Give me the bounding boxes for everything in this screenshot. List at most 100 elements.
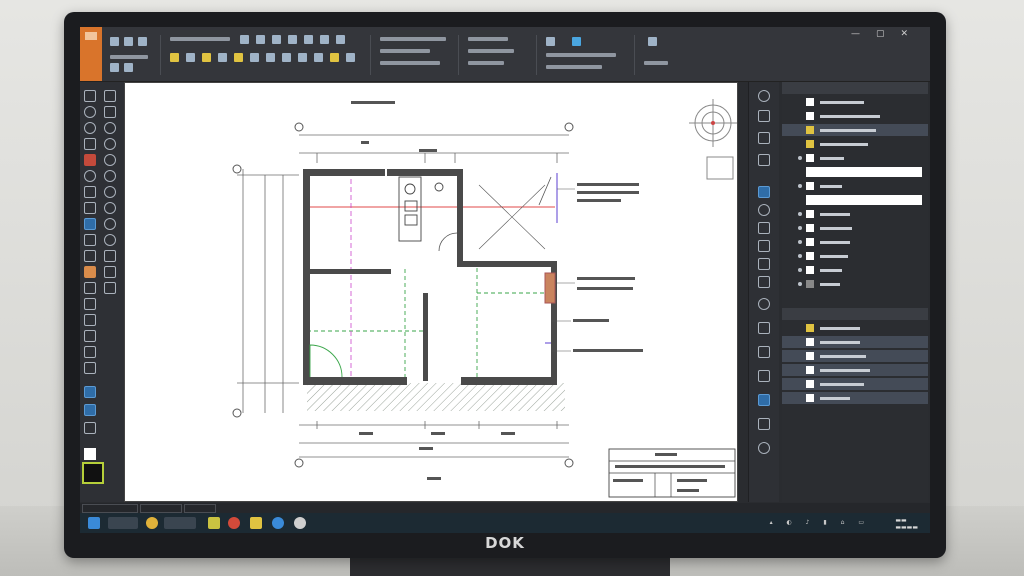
- polyline-tool-icon[interactable]: [256, 35, 265, 44]
- list-item[interactable]: [782, 166, 928, 178]
- ellipse-icon[interactable]: [104, 122, 116, 134]
- dimension-icon[interactable]: [84, 282, 96, 294]
- donut-icon[interactable]: [104, 138, 116, 150]
- minimize-icon[interactable]: —: [851, 29, 876, 39]
- region-icon[interactable]: [104, 154, 116, 166]
- list-item[interactable]: [782, 250, 928, 262]
- annotation-scale-icon[interactable]: [758, 346, 770, 358]
- list-item[interactable]: [782, 378, 928, 390]
- zoom-icon[interactable]: [758, 110, 770, 122]
- list-item[interactable]: [782, 96, 928, 108]
- foreground-color-swatch[interactable]: [82, 462, 104, 484]
- list-item[interactable]: [782, 110, 928, 122]
- window-controls[interactable]: —▢✕: [851, 29, 924, 39]
- trim-icon[interactable]: [298, 53, 307, 62]
- revcloud-icon[interactable]: [104, 202, 116, 214]
- dynamic-input-icon[interactable]: [758, 298, 770, 310]
- taskbar-app-item[interactable]: [164, 517, 196, 529]
- leader-icon[interactable]: [104, 282, 116, 294]
- image-icon[interactable]: [84, 266, 96, 278]
- list-item[interactable]: [782, 138, 928, 150]
- circle-icon[interactable]: [84, 106, 96, 118]
- rotate-icon[interactable]: [250, 53, 259, 62]
- line-icon[interactable]: [104, 106, 116, 118]
- orbit-icon[interactable]: [758, 90, 770, 102]
- text-tool-icon[interactable]: [336, 35, 345, 44]
- lineweight-icon[interactable]: [758, 276, 770, 288]
- list-item[interactable]: [782, 124, 928, 136]
- light-icon[interactable]: [202, 53, 211, 62]
- browser-icon[interactable]: [228, 517, 240, 529]
- selection-cycle-icon[interactable]: [758, 322, 770, 334]
- erase-icon[interactable]: [84, 154, 96, 166]
- freeze-icon[interactable]: [330, 53, 339, 62]
- tab-layout2[interactable]: [184, 504, 216, 513]
- drawing-canvas[interactable]: [124, 82, 738, 502]
- list-item[interactable]: [782, 236, 928, 248]
- move-icon[interactable]: [186, 53, 195, 62]
- pan-tool-icon[interactable]: [104, 90, 116, 102]
- list-item[interactable]: [782, 278, 928, 290]
- xref-icon[interactable]: [104, 266, 116, 278]
- workspace-icon[interactable]: [758, 370, 770, 382]
- system-tray[interactable]: ▴ ◐ ♪ ▮ ⌂ ▭: [770, 519, 870, 526]
- group-icon[interactable]: [84, 346, 96, 358]
- measure-icon[interactable]: [84, 186, 96, 198]
- ortho-icon[interactable]: [758, 222, 770, 234]
- layer-states-icon[interactable]: [84, 386, 96, 398]
- folder-icon[interactable]: [208, 517, 220, 529]
- arc-icon[interactable]: [84, 122, 96, 134]
- offset-icon[interactable]: [346, 53, 355, 62]
- arc-tool-icon[interactable]: [288, 35, 297, 44]
- hatch-tool-icon[interactable]: [320, 35, 329, 44]
- pencil-icon[interactable]: [84, 202, 96, 214]
- list-item[interactable]: [782, 264, 928, 276]
- list-item[interactable]: [782, 180, 928, 192]
- explode-icon[interactable]: [84, 422, 96, 434]
- line-tool-icon[interactable]: [240, 35, 249, 44]
- spline-icon[interactable]: [104, 170, 116, 182]
- settings-icon[interactable]: [294, 517, 306, 529]
- table-icon[interactable]: [84, 298, 96, 310]
- list-item[interactable]: [782, 194, 928, 206]
- background-color-swatch[interactable]: [84, 448, 96, 460]
- circle-tool-icon[interactable]: [272, 35, 281, 44]
- properties-icon[interactable]: [546, 37, 555, 46]
- list-item[interactable]: [782, 152, 928, 164]
- box-icon[interactable]: [84, 234, 96, 246]
- new-file-icon[interactable]: [110, 37, 119, 46]
- text-icon[interactable]: [84, 250, 96, 262]
- cad-app-icon[interactable]: [272, 517, 284, 529]
- clock[interactable]: ▬▬ ▬▬▬▬: [895, 517, 918, 531]
- isolate-icon[interactable]: [758, 394, 770, 406]
- wipeout-icon[interactable]: [104, 218, 116, 230]
- point-icon[interactable]: [104, 186, 116, 198]
- array-icon[interactable]: [84, 362, 96, 374]
- list-item[interactable]: [782, 208, 928, 220]
- sphere-icon[interactable]: [104, 234, 116, 246]
- chrome-icon[interactable]: [146, 517, 158, 529]
- mtext-icon[interactable]: [104, 250, 116, 262]
- windows-start-icon[interactable]: [88, 517, 100, 529]
- list-item[interactable]: [782, 336, 928, 348]
- rectangle-tool-icon[interactable]: [304, 35, 313, 44]
- list-item[interactable]: [782, 350, 928, 362]
- open-file-icon[interactable]: [124, 37, 133, 46]
- save-icon[interactable]: [138, 37, 147, 46]
- polygon-icon[interactable]: [84, 170, 96, 182]
- mirror-icon[interactable]: [266, 53, 275, 62]
- grid-icon[interactable]: [758, 240, 770, 252]
- lock-icon[interactable]: [234, 53, 243, 62]
- fill-icon[interactable]: [84, 218, 96, 230]
- object-snap-icon[interactable]: [758, 186, 770, 198]
- tab-model[interactable]: [82, 504, 138, 513]
- explorer-icon[interactable]: [250, 517, 262, 529]
- extend-icon[interactable]: [314, 53, 323, 62]
- list-item[interactable]: [782, 322, 928, 334]
- scale-icon[interactable]: [282, 53, 291, 62]
- viewport-icon[interactable]: [758, 154, 770, 166]
- field-icon[interactable]: [84, 314, 96, 326]
- view-icon[interactable]: [648, 37, 657, 46]
- stretch-icon[interactable]: [84, 330, 96, 342]
- polar-tracking-icon[interactable]: [758, 204, 770, 216]
